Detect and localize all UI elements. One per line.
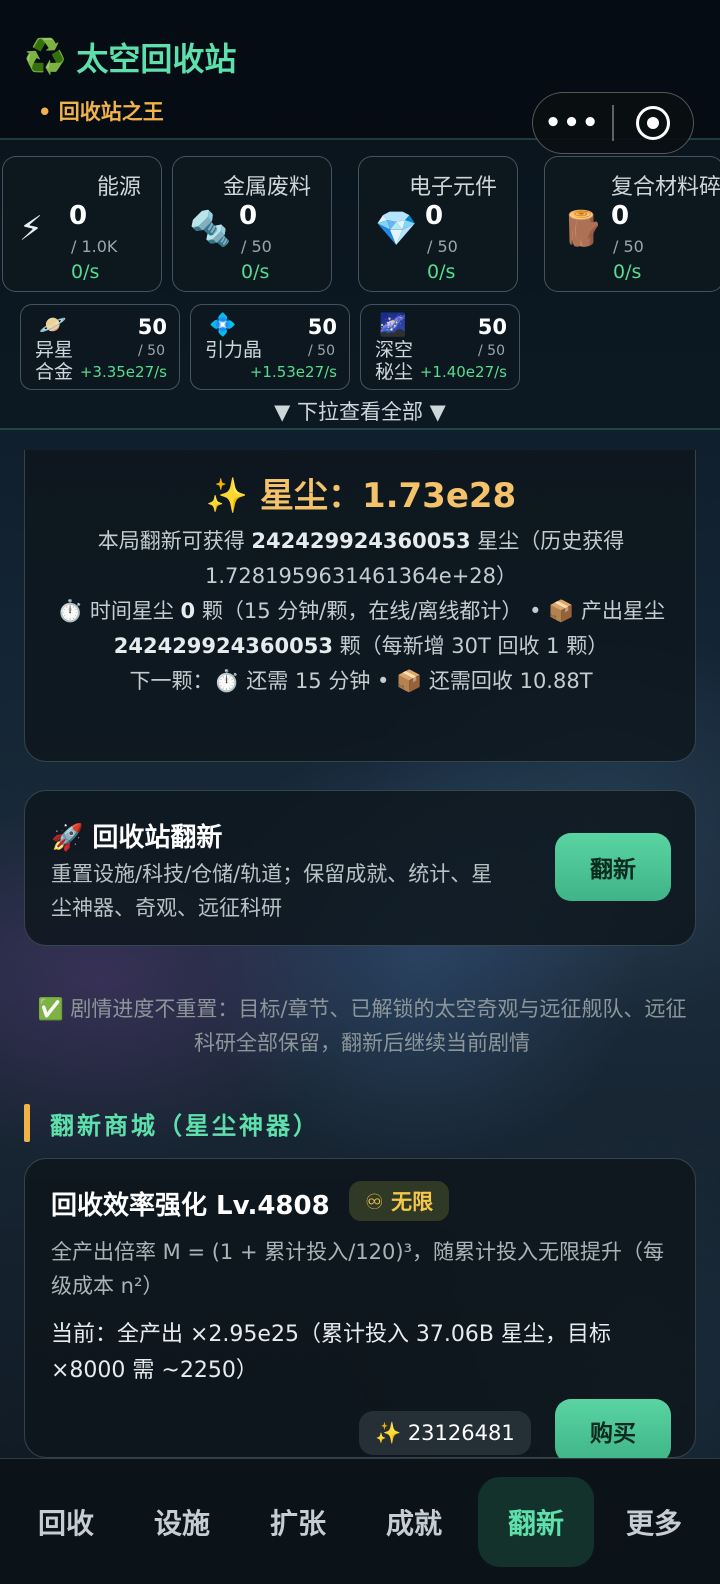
resource-cap: / 50 — [427, 237, 458, 256]
galaxy-icon: 🌌 — [379, 313, 407, 338]
resource-name: 复合材料碎 — [611, 175, 720, 200]
story-progress-note: ✅ 剧情进度不重置：目标/章节、已解锁的太空奇观与远征舰队、远征科研全部保留，翻… — [37, 997, 687, 1055]
section-accent-bar — [24, 1104, 30, 1142]
close-miniprogram-button[interactable] — [614, 106, 693, 140]
stardust-total: ✨ 星尘：1.73e28 — [205, 476, 517, 516]
shop-section-title: 翻新商城（星尘神器） — [50, 1111, 320, 1140]
special-resource-cap: / 50 — [478, 343, 505, 359]
shop-section-header: 翻新商城（星尘神器） — [24, 1104, 320, 1142]
resource-card-composite: 复合材料碎 🪵 0 / 50 0/s — [544, 156, 720, 292]
resource-rate: 0/s — [613, 261, 642, 283]
buy-button[interactable]: 购买 — [555, 1399, 671, 1463]
resource-card-electronics: 电子元件 💎 0 / 50 0/s — [358, 156, 518, 292]
stardust-card: ✨ 星尘：1.73e28 本局翻新可获得 242429924360053 星尘（… — [24, 450, 696, 762]
resource-value: 0 — [69, 201, 88, 231]
nut-bolt-icon: 🔩 — [189, 209, 232, 249]
stardust-next-line: 下一颗：⏱️ 还需 15 分钟 • 📦 还需回收 10.88T — [129, 669, 593, 693]
special-resource-cap: / 50 — [308, 343, 335, 359]
shop-item-current: 当前：全产出 ×2.95e25（累计投入 37.06B 星尘，目标 ×8000 … — [51, 1322, 612, 1383]
resource-panel[interactable]: 能源 ⚡ 0 / 1.0K 0/s 金属废料 🔩 0 / 50 0/s 电子元件… — [0, 140, 720, 430]
shop-item-card: 回收效率强化 Lv.4808 ♾ 无限 全产出倍率 M = (1 + 累计投入/… — [24, 1158, 696, 1463]
special-resource-rate: +1.53e27/s — [249, 363, 337, 381]
refresh-button[interactable]: 翻新 — [555, 833, 671, 901]
special-resource-value: 50 — [477, 315, 507, 339]
resource-rate: 0/s — [427, 261, 456, 283]
app-title-text: 太空回收站 — [76, 40, 237, 78]
resource-cap: / 1.0K — [71, 237, 118, 256]
resource-name: 能源 — [96, 175, 141, 200]
stardust-gain-line: 本局翻新可获得 242429924360053 星尘（历史获得 1.728195… — [97, 529, 625, 588]
special-resource-value: 50 — [137, 315, 167, 339]
tab-more[interactable]: 更多 — [596, 1477, 712, 1567]
target-icon — [636, 106, 671, 140]
recycle-icon: ♻️ — [24, 37, 67, 77]
special-resource-rate: +3.35e27/s — [79, 363, 167, 381]
planet-icon: 🪐 — [39, 313, 67, 338]
refresh-title: 🚀 回收站翻新 — [51, 823, 223, 853]
bottom-nav: 回收 设施 扩张 成就 翻新 更多 — [0, 1458, 720, 1584]
resource-card-energy: 能源 ⚡ 0 / 1.0K 0/s — [2, 156, 162, 292]
special-resource-alloy: 🪐 异星合金 50 / 50 +3.35e27/s — [20, 304, 180, 390]
tab-facilities[interactable]: 设施 — [124, 1477, 240, 1567]
app-title: ♻️ 太空回收站 — [24, 34, 236, 80]
special-resource-value: 50 — [307, 315, 337, 339]
resource-name: 金属废料 — [222, 175, 311, 200]
shop-item-cost: ✨ 23126481 — [359, 1411, 531, 1455]
resource-cap: / 50 — [613, 237, 644, 256]
shop-item-description: 全产出倍率 M = (1 + 累计投入/120)³，随累计投入无限提升（每级成本… — [51, 1240, 665, 1298]
tab-recycle[interactable]: 回收 — [8, 1477, 124, 1567]
special-resource-dust: 🌌 深空秘尘 50 / 50 +1.40e27/s — [360, 304, 520, 390]
special-resource-rate: +1.40e27/s — [419, 363, 507, 381]
refresh-description: 重置设施/科技/仓储/轨道；保留成就、统计、星尘神器、奇观、远征科研 — [51, 862, 493, 920]
resource-rate: 0/s — [241, 261, 270, 283]
lightning-icon: ⚡ — [19, 209, 43, 249]
pull-down-hint[interactable]: ▼ 下拉查看全部 ▼ — [0, 396, 720, 426]
gem-icon: 💎 — [375, 209, 418, 249]
tab-expand[interactable]: 扩张 — [240, 1477, 356, 1567]
resource-value: 0 — [611, 201, 630, 231]
stardust-info: 本局翻新可获得 242429924360053 星尘（历史获得 1.728195… — [55, 524, 667, 699]
resource-rate: 0/s — [71, 261, 100, 283]
special-resource-cap: / 50 — [138, 343, 165, 359]
shop-item-title: 回收效率强化 Lv.4808 — [51, 1191, 330, 1221]
wood-icon: 🪵 — [561, 209, 604, 249]
special-resource-crystal: 💠 引力晶 50 / 50 +1.53e27/s — [190, 304, 350, 390]
resource-cap: / 50 — [241, 237, 272, 256]
diamond-shape-icon: 💠 — [209, 313, 237, 338]
resource-card-metal: 金属废料 🔩 0 / 50 0/s — [172, 156, 332, 292]
more-options-button[interactable]: ••• — [533, 108, 612, 138]
player-title: • 回收站之王 — [38, 100, 164, 124]
infinite-badge: ♾ 无限 — [349, 1181, 450, 1221]
refresh-card: 🚀 回收站翻新 重置设施/科技/仓储/轨道；保留成就、统计、星尘神器、奇观、远征… — [24, 790, 696, 946]
stardust-source-line: ⏱️ 时间星尘 0 颗（15 分钟/颗，在线/离线都计） • 📦 产出星尘 24… — [57, 599, 665, 658]
resource-value: 0 — [425, 201, 444, 231]
tab-achievements[interactable]: 成就 — [356, 1477, 472, 1567]
tab-refresh[interactable]: 翻新 — [478, 1477, 594, 1567]
miniprogram-capsule: ••• — [532, 92, 694, 154]
resource-name: 电子元件 — [408, 175, 497, 200]
special-resource-name: 引力晶 — [205, 339, 263, 361]
resource-value: 0 — [239, 201, 258, 231]
